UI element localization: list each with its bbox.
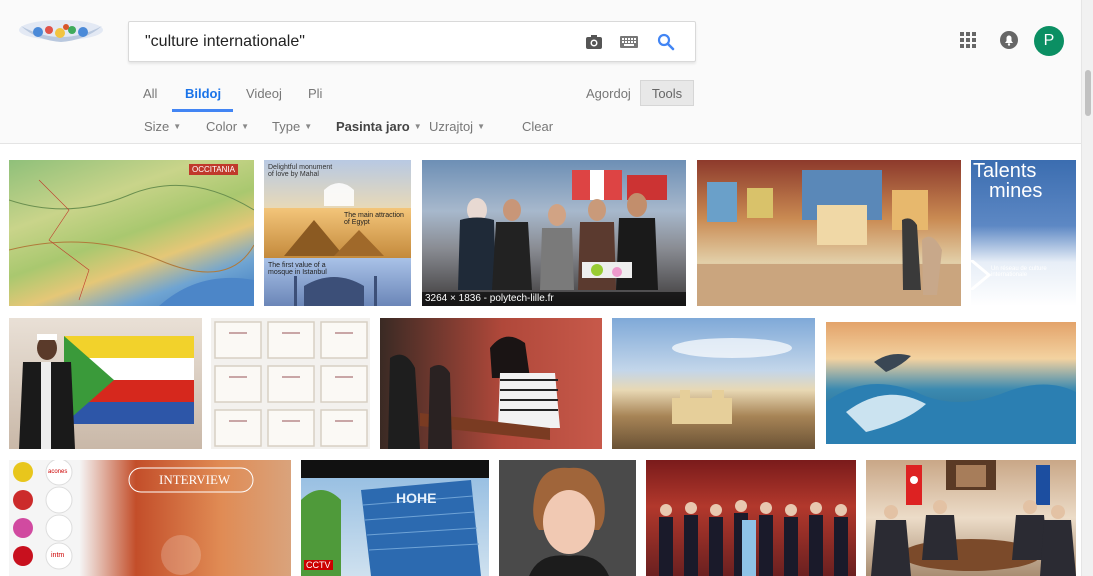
image-result[interactable] xyxy=(866,460,1076,576)
portrait-photo xyxy=(529,467,609,576)
filter-usage-rights[interactable]: Uzrajtoj ▼ xyxy=(429,119,485,134)
search-box xyxy=(128,21,696,62)
tab-images[interactable]: Bildoj xyxy=(185,86,221,101)
filter-clear[interactable]: Clear xyxy=(522,119,553,134)
panel-caption-3: The first value of a mosque in Istanbul xyxy=(268,262,327,276)
brochure-tagline: Un réseau de culture internationale xyxy=(991,266,1047,278)
image-result[interactable]: 3264 × 1836 - polytech-lille.fr xyxy=(422,160,686,306)
group-photo xyxy=(458,170,667,290)
account-avatar[interactable]: P xyxy=(1034,26,1064,56)
filter-bar: Size ▼ Color ▼ Type ▼ Pasinta jaro ▼ Uzrajto… xyxy=(0,116,720,136)
image-result[interactable]: Delightful monument of love by Mahal The… xyxy=(264,160,411,306)
meeting-photo xyxy=(871,460,1076,576)
settings-link[interactable]: Agordoj xyxy=(586,86,631,101)
filter-time-label: Pasinta jaro xyxy=(336,119,410,134)
search-header: P All Bildoj Videoj Pli Agordoj Tools Si… xyxy=(0,0,1093,144)
image-result[interactable] xyxy=(826,322,1076,444)
tools-button[interactable]: Tools xyxy=(640,80,694,106)
tab-all[interactable]: All xyxy=(143,86,157,101)
filter-type-label: Type xyxy=(272,119,301,134)
active-tab-indicator xyxy=(172,109,233,112)
image-result[interactable] xyxy=(646,460,856,576)
musician-photo xyxy=(388,336,560,449)
map-lines xyxy=(9,179,254,306)
image-result[interactable] xyxy=(380,318,602,449)
image-result[interactable]: INTERVIEW acones intm xyxy=(9,460,291,576)
search-input[interactable] xyxy=(129,22,569,61)
filter-time[interactable]: Pasinta jaro ▼ xyxy=(336,119,422,134)
landmark-silhouettes xyxy=(284,183,384,306)
image-size-caption: 3264 × 1836 - polytech-lille.fr xyxy=(422,292,686,306)
image-result[interactable] xyxy=(211,318,370,449)
desert-fort-photo xyxy=(672,338,792,424)
tv-watermark: CCTV xyxy=(304,560,333,570)
delegation-photo xyxy=(659,500,848,576)
brochure-subtitle: mines xyxy=(989,180,1043,202)
certificates-grid xyxy=(214,321,368,447)
chevron-down-icon: ▼ xyxy=(304,122,313,131)
scrollbar-thumb[interactable] xyxy=(1085,70,1091,116)
apps-grid-icon[interactable] xyxy=(958,30,978,50)
notifications-icon[interactable] xyxy=(999,30,1019,50)
filter-type[interactable]: Type ▼ xyxy=(272,119,312,134)
chevron-down-icon: ▼ xyxy=(173,122,182,131)
logo-label: acones xyxy=(48,469,68,475)
panel-caption-2: The main attraction of Egypt xyxy=(344,212,404,226)
doodle-logo[interactable] xyxy=(16,18,106,50)
chevron-down-icon: ▼ xyxy=(413,122,422,131)
dolphin-wave-photo xyxy=(826,354,1076,444)
keyboard-icon[interactable] xyxy=(618,31,640,53)
map-title: OCCITANIA xyxy=(189,164,238,175)
image-result[interactable] xyxy=(612,318,815,449)
tab-videos[interactable]: Videoj xyxy=(246,86,282,101)
image-result[interactable]: Talents mines Un réseau de culture inter… xyxy=(971,160,1076,306)
search-icon[interactable] xyxy=(655,31,677,53)
filter-color[interactable]: Color ▼ xyxy=(206,119,249,134)
comoros-flag-photo xyxy=(19,334,194,449)
interview-title: INTERVIEW xyxy=(159,472,231,487)
image-result[interactable]: OCCITANIA xyxy=(9,160,254,306)
filter-size[interactable]: Size ▼ xyxy=(144,119,181,134)
image-result[interactable] xyxy=(9,318,202,449)
tab-more[interactable]: Pli xyxy=(308,86,322,101)
filter-color-label: Color xyxy=(206,119,238,134)
image-result[interactable] xyxy=(697,160,961,306)
camera-icon[interactable] xyxy=(583,31,605,53)
page-scrollbar[interactable] xyxy=(1081,0,1093,576)
image-result[interactable] xyxy=(499,460,636,576)
exhibition-photo xyxy=(697,170,961,306)
logo-label: intm xyxy=(51,552,65,559)
haier-building-photo xyxy=(301,460,489,576)
filter-usage-label: Uzrajtoj xyxy=(429,119,474,134)
brochure-arrow xyxy=(971,260,991,290)
image-result[interactable]: HOHE CCTV xyxy=(301,460,489,576)
panel-caption-1: Delightful monument of love by Mahal xyxy=(268,164,333,178)
chevron-down-icon: ▼ xyxy=(477,122,485,131)
chevron-down-icon: ▼ xyxy=(241,122,249,131)
building-sign: HOHE xyxy=(396,490,437,506)
filter-size-label: Size xyxy=(144,119,170,134)
